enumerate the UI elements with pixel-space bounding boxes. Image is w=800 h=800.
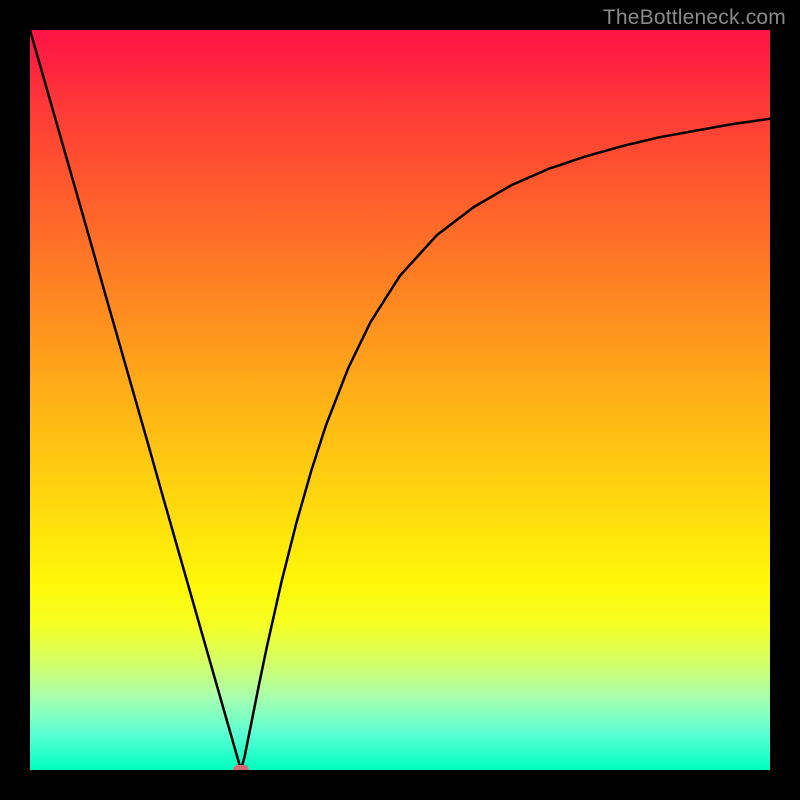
watermark-text: TheBottleneck.com [603,6,786,30]
chart-frame: TheBottleneck.com [0,0,800,800]
plot-area [30,30,770,770]
bottleneck-curve [30,30,770,770]
optimum-marker [233,765,249,770]
